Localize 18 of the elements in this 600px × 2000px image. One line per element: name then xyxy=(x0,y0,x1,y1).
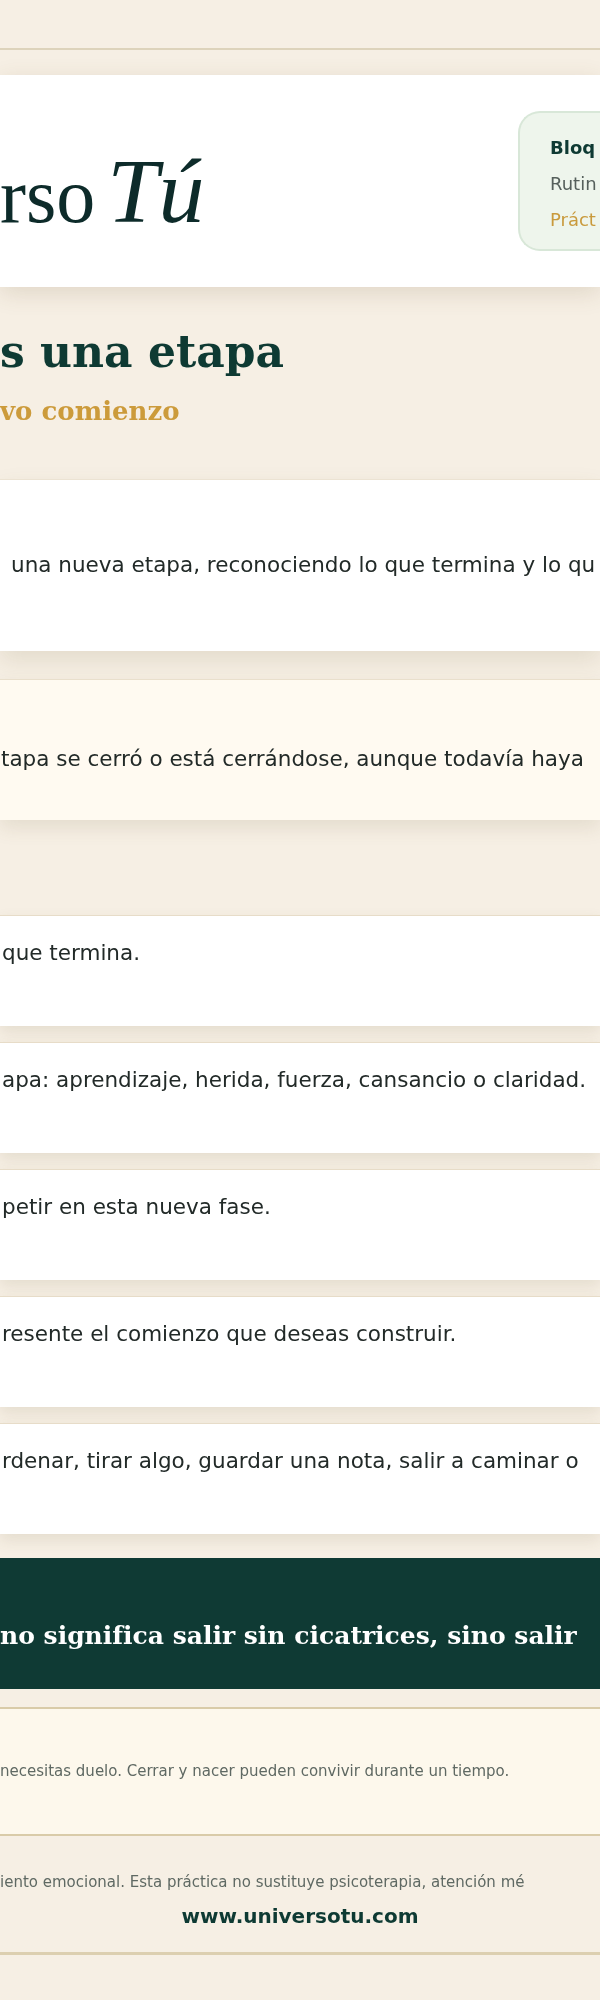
intro-text: una nueva etapa, reconociendo lo que termina y lo qu xyxy=(11,551,596,580)
step-text: que termina. xyxy=(2,939,141,967)
panel-title: Bloq xyxy=(550,136,596,160)
step-text: rdenar, tirar algo, guardar una nota, salir a caminar o xyxy=(2,1447,580,1475)
website-link[interactable]: www.universotu.com xyxy=(181,1903,419,1929)
step-text: apa: aprendizaje, herida, fuerza, cansancio o claridad. xyxy=(2,1066,588,1094)
highlight-text: tapa se cerró o está cerrándose, aunque todavía haya xyxy=(1,745,585,773)
disclaimer-text: iento emocional. Esta práctica no sustituye psicoterapia, atención mé xyxy=(0,1872,525,1893)
panel-tagline: Práct xyxy=(550,208,596,232)
quote-text: no significa salir sin cicatrices, sino salir xyxy=(0,1620,578,1652)
page-subtitle: vo comienzo xyxy=(0,395,180,427)
step-text: resente el comienzo que deseas construir. xyxy=(2,1320,458,1348)
logo-script-text: Tú xyxy=(107,145,205,237)
page-title: s una etapa xyxy=(0,326,284,379)
note-text: necesitas duelo. Cerrar y nacer pueden convivir durante un tiempo. xyxy=(0,1761,510,1783)
logo-wordmark: rso xyxy=(0,157,96,235)
step-text: petir en esta nueva fase. xyxy=(2,1193,272,1221)
panel-subtitle: Rutin xyxy=(550,172,597,196)
